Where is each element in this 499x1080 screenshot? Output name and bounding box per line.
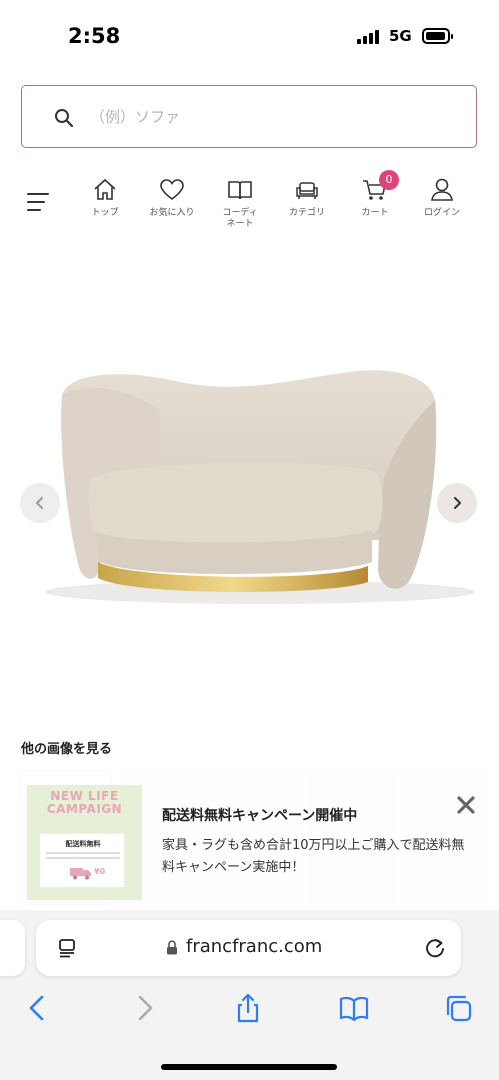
heart-icon	[160, 179, 184, 201]
nav-label-favorites: お気に入り	[149, 208, 195, 218]
search-input[interactable]	[90, 100, 450, 134]
campaign-body: 家具・ラグも含め合計10万円以上ご購入で配送料無料キャンペーン実施中！	[162, 838, 465, 875]
share-icon[interactable]	[233, 993, 263, 1023]
status-time: 2:58	[68, 24, 121, 48]
nav-favorites[interactable]: お気に入り	[141, 176, 203, 219]
nav-login[interactable]: ログイン	[411, 176, 473, 219]
truck-icon	[70, 868, 91, 880]
nav-top[interactable]: トップ	[74, 176, 136, 219]
user-icon	[431, 178, 453, 201]
carousel-next-button[interactable]	[437, 483, 477, 523]
campaign-thumbnail: NEW LIFE CAMPAIGN 配送料無料 ¥0	[27, 785, 142, 900]
nav-cart[interactable]: 0 カート	[344, 170, 406, 219]
bookmarks-icon[interactable]	[339, 993, 369, 1023]
hamburger-icon[interactable]	[27, 193, 51, 213]
nav-label-category: カテゴリ	[288, 208, 325, 218]
book-icon	[228, 181, 252, 200]
gallery-title: 他の画像を見る	[21, 742, 113, 757]
search-box[interactable]	[21, 85, 477, 148]
reload-icon[interactable]	[424, 937, 446, 959]
campaign-thumb-yen: ¥0	[94, 867, 106, 876]
nav-label-top: トップ	[91, 208, 119, 218]
fine-print-line	[46, 857, 120, 859]
campaign-thumb-card: 配送料無料 ¥0	[39, 833, 125, 888]
search-icon	[55, 109, 74, 128]
campaign-title: 配送料無料キャンペーン開催中	[162, 808, 358, 824]
nav-label-coordinate: コーディ ネート	[222, 208, 258, 229]
cart-badge: 0	[379, 170, 399, 190]
chevron-left-icon	[36, 497, 43, 509]
nav-category[interactable]: カテゴリ	[276, 176, 338, 219]
signal-icon	[357, 30, 383, 44]
fine-print-line	[46, 852, 120, 854]
network-label: 5G	[389, 27, 412, 45]
battery-icon	[422, 28, 453, 44]
campaign-thumb-title: NEW LIFE CAMPAIGN	[46, 789, 123, 816]
previous-tab[interactable]	[0, 920, 25, 976]
product-image	[45, 370, 475, 604]
back-icon[interactable]	[22, 993, 52, 1023]
chevron-right-icon	[454, 497, 461, 509]
status-bar: 2:58 5G	[0, 0, 499, 70]
campaign-thumb-card-title: 配送料無料	[65, 840, 101, 848]
carousel-prev-button[interactable]	[20, 483, 60, 523]
nav-coordinate[interactable]: コーディ ネート	[209, 176, 271, 230]
home-indicator	[161, 1064, 337, 1070]
address-bar[interactable]: francfranc.com	[36, 920, 461, 976]
home-icon	[94, 178, 116, 200]
forward-icon[interactable]	[130, 993, 160, 1023]
url-text: francfranc.com	[186, 936, 323, 957]
close-icon[interactable]	[455, 794, 477, 816]
reader-icon[interactable]	[58, 938, 78, 958]
nav-label-login: ログイン	[423, 208, 460, 218]
nav-label-cart: カート	[361, 208, 389, 218]
sofa-icon	[296, 182, 318, 199]
lock-icon	[167, 940, 177, 955]
tabs-icon[interactable]	[444, 993, 474, 1023]
